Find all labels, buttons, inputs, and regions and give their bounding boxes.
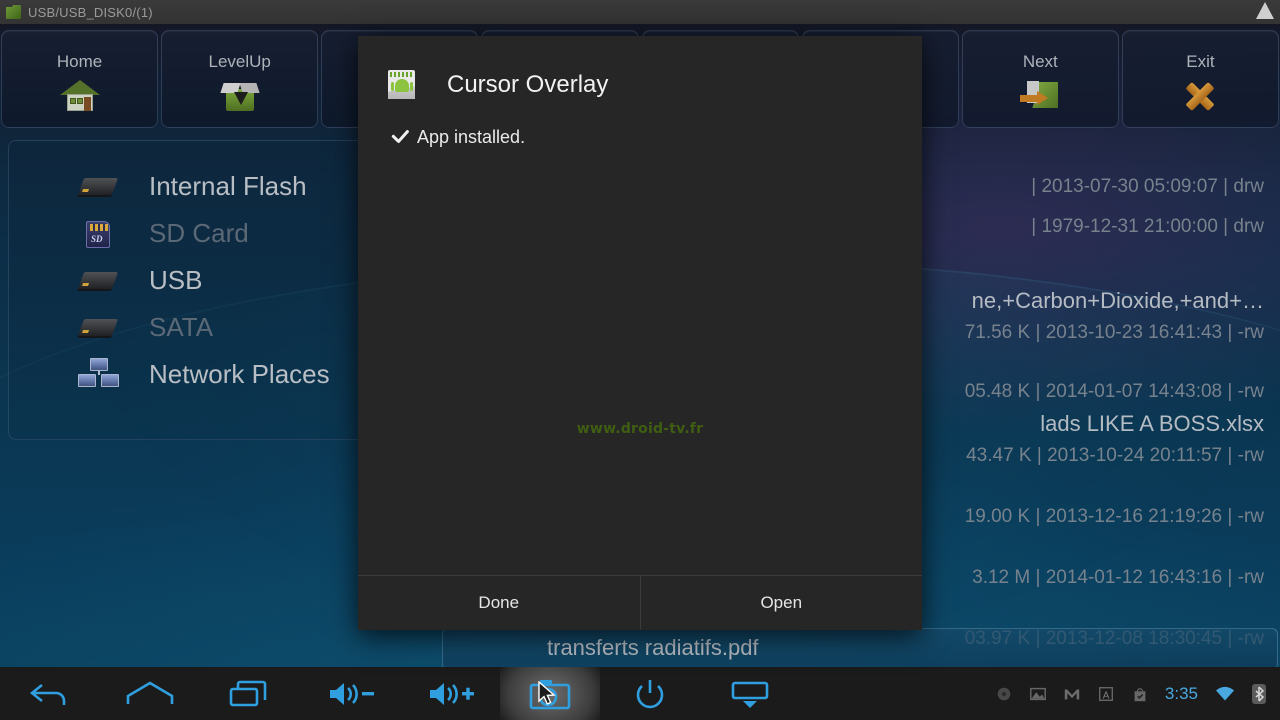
install-status: App installed. [390,127,922,148]
done-button[interactable]: Done [358,576,640,630]
drive-icon [77,310,121,346]
sidebar-item-label: USB [149,265,203,295]
table-row-selected[interactable]: transferts radiatifs.pdf [442,628,1278,670]
sidebar-item-label: Network Places [149,359,330,389]
dialog-header: Cursor Overlay [358,36,922,99]
file-meta: 05.48 K | 2014-01-07 14:43:08 | -rw [964,381,1264,402]
record-icon [997,687,1011,700]
checkmark-icon [390,128,410,148]
sidebar-item-label: Internal Flash [149,171,307,201]
power-icon[interactable] [600,667,700,720]
navigation-bar: A 3:35 [0,667,1280,720]
toolbar-button-label: LevelUp [208,52,271,71]
toolbar-button-home[interactable]: Home [1,30,159,128]
toolbar-button-exit[interactable]: Exit [1121,30,1279,128]
wifi-icon [1216,686,1234,700]
file-meta: | 2013-07-30 05:09:07 | drw [1031,176,1264,197]
bluetooth-icon [1252,683,1266,704]
sidebar-item-label: SATA [149,312,214,342]
screenshot-icon[interactable] [500,667,600,720]
install-dialog: Cursor Overlay App installed. www.droid-… [358,36,922,630]
toolbar-button-next[interactable]: Next [961,30,1119,128]
mouse-cursor-icon [538,681,556,705]
font-icon: A [1098,686,1113,701]
breadcrumb-path: USB/USB_DISK0/(1) [28,4,153,20]
exit-cross-icon [1182,78,1218,114]
file-name: ne,+Carbon+Dioxide,+and+… [971,288,1264,313]
gmail-icon [1064,689,1080,699]
drive-icon [77,169,121,205]
install-status-text: App installed. [417,127,526,147]
file-name: lads LIKE A BOSS.xlsx [1040,411,1264,436]
volume-down-icon[interactable] [300,667,400,720]
recents-icon[interactable] [200,667,300,720]
watermark: www.droid-tv.fr [576,421,704,437]
sd-card-icon: SD [77,216,121,252]
file-meta: 19.00 K | 2013-12-16 21:19:26 | -rw [964,506,1264,527]
home-icon [59,78,100,114]
home-icon[interactable] [100,667,200,720]
volume-up-icon[interactable] [400,667,500,720]
display-icon[interactable] [700,667,800,720]
nav-buttons [0,667,800,720]
clock: 3:35 [1164,683,1198,703]
svg-text:A: A [1103,690,1110,701]
toolbar-button-levelup[interactable]: LevelUp [161,30,319,128]
toolbar-button-label: Home [56,52,103,71]
file-meta: 71.56 K | 2013-10-23 16:41:43 | -rw [964,322,1264,343]
shopping-bag-check-icon [1134,687,1146,701]
back-icon[interactable] [0,667,100,720]
toolbar-button-label: Next [1022,52,1058,71]
status-icons: A 3:35 [995,683,1280,704]
dialog-title: Cursor Overlay [447,70,609,98]
network-places-icon [77,357,121,393]
file-meta: | 1979-12-31 21:00:00 | drw [1031,216,1264,237]
image-icon [1029,687,1046,700]
folder-icon [6,5,21,19]
file-meta: 43.47 K | 2013-10-24 20:11:57 | -rw [966,445,1264,466]
titlebar: USB/USB_DISK0/(1) [0,0,1280,24]
drive-icon [77,263,121,299]
file-name: transferts radiatifs.pdf [547,635,759,660]
scroll-up-arrow-icon[interactable] [1256,2,1274,19]
dialog-actions: Done Open [358,575,922,630]
toolbar-button-label: Exit [1186,52,1215,71]
dialog-body: App installed. www.droid-tv.fr [358,99,922,575]
android-app-icon [388,70,415,99]
sidebar-item-label: SD Card [149,218,249,248]
level-up-box-icon [220,78,260,114]
open-button[interactable]: Open [639,576,923,630]
file-meta: 3.12 M | 2014-01-12 16:43:16 | -rw [972,567,1264,588]
next-folder-icon [1020,78,1060,114]
